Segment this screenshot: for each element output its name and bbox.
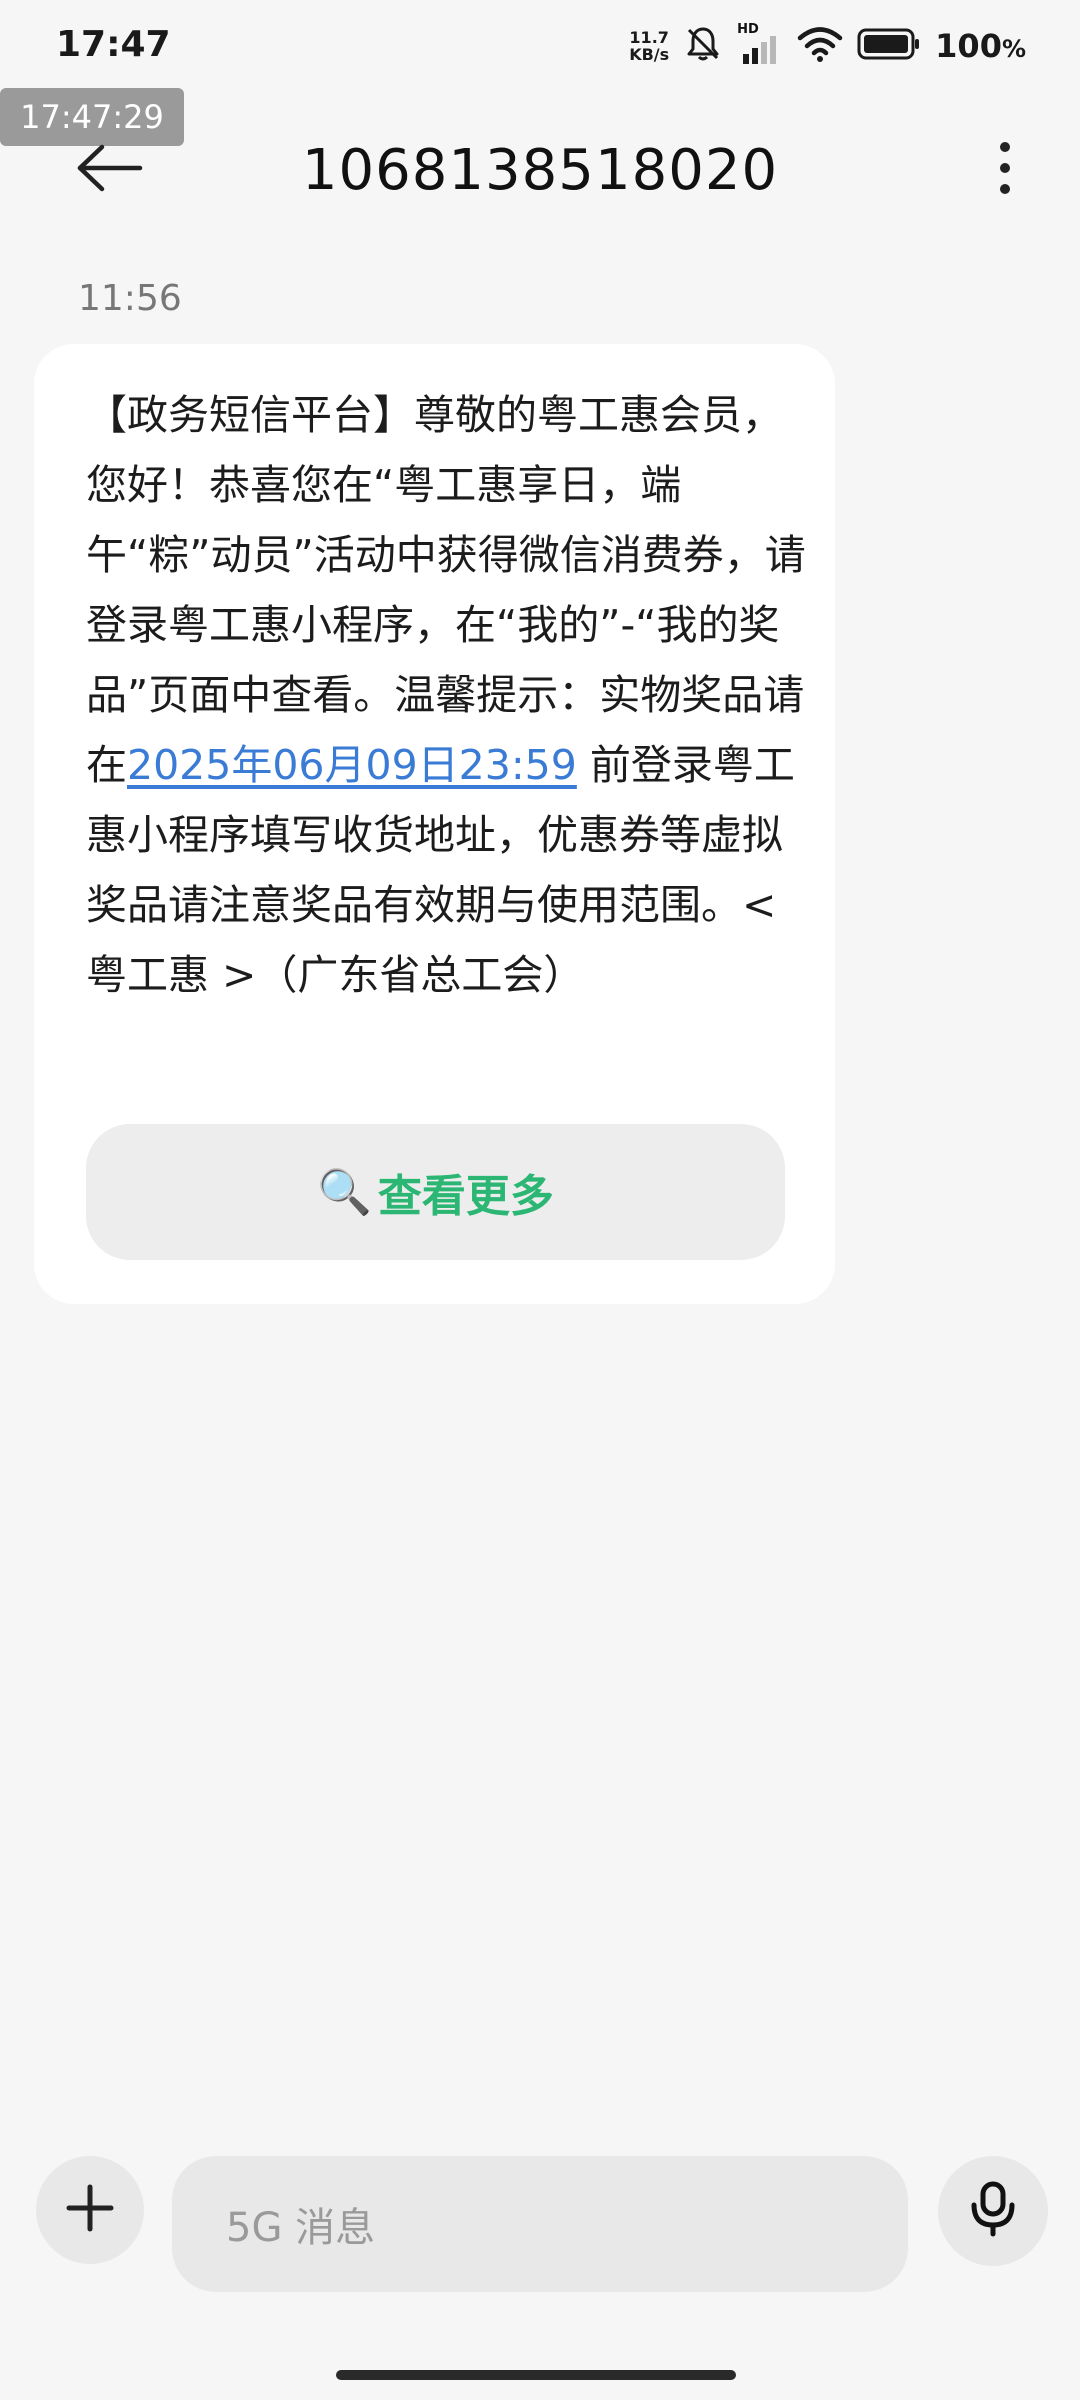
microphone-icon bbox=[968, 2181, 1018, 2241]
status-time: 17:47 bbox=[56, 24, 171, 65]
home-indicator[interactable] bbox=[336, 2370, 736, 2380]
view-more-label: 查看更多 bbox=[377, 1171, 554, 1222]
battery-percent-value: 100 bbox=[935, 27, 1002, 65]
network-speed-unit: KB/s bbox=[629, 45, 670, 64]
status-icons: 11.7 KB/s HD 100% bbox=[629, 22, 1026, 68]
voice-input-button[interactable] bbox=[938, 2156, 1048, 2266]
message-text-part-1: 【政务短信平台】尊敬的粤工惠会员，您好！恭喜您在“粤工惠享日，端午“粽”动员”活… bbox=[86, 391, 806, 789]
mute-bell-icon bbox=[683, 24, 723, 68]
search-icon: 🔍 bbox=[317, 1167, 372, 1218]
wifi-icon bbox=[797, 25, 843, 67]
message-timestamp: 11:56 bbox=[78, 278, 182, 319]
message-bubble[interactable]: 【政务短信平台】尊敬的粤工惠会员，您好！恭喜您在“粤工惠享日，端午“粽”动员”活… bbox=[34, 344, 835, 1304]
status-bar: 17:47 11.7 KB/s HD 100% bbox=[0, 0, 1080, 100]
battery-icon bbox=[857, 27, 921, 65]
cellular-signal-icon: HD bbox=[737, 22, 783, 66]
more-options-button[interactable] bbox=[980, 140, 1030, 200]
network-speed: 11.7 KB/s bbox=[629, 29, 669, 63]
network-speed-value: 11.7 bbox=[629, 28, 669, 47]
message-body: 【政务短信平台】尊敬的粤工惠会员，您好！恭喜您在“粤工惠享日，端午“粽”动员”活… bbox=[86, 380, 821, 1010]
battery-percent-unit: % bbox=[1001, 35, 1026, 63]
plus-icon bbox=[65, 2183, 115, 2237]
date-link[interactable]: 2025年06月09日23:59 bbox=[127, 741, 577, 789]
battery-percent: 100% bbox=[935, 27, 1026, 65]
more-vertical-icon bbox=[999, 141, 1011, 199]
view-more-button[interactable]: 🔍 查看更多 bbox=[86, 1124, 785, 1260]
add-attachment-button[interactable] bbox=[36, 2156, 144, 2264]
sender-number-title: 1068138518020 bbox=[301, 138, 779, 203]
message-input[interactable]: 5G 消息 bbox=[172, 2156, 908, 2292]
conversation-header: 1068138518020 bbox=[0, 120, 1080, 220]
